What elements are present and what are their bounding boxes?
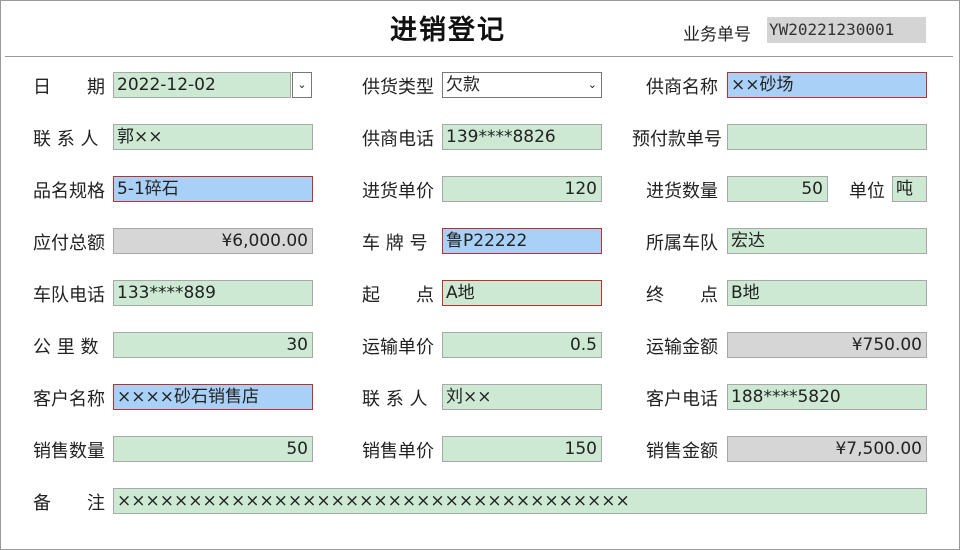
page-title: 进销登记 [390, 15, 506, 46]
chevron-down-icon: ⌄ [587, 78, 597, 91]
customer-phone-field[interactable]: 188****5820 [727, 384, 927, 410]
supply-type-label: 供货类型 [362, 77, 434, 98]
header-divider [5, 56, 953, 57]
product-field[interactable]: 5-1碎石 [113, 176, 313, 202]
docno-field[interactable]: YW20221230001 [767, 17, 926, 43]
sales-amount-label: 销售金额 [646, 441, 718, 462]
date-label: 日 期 [33, 77, 105, 98]
product-label: 品名规格 [33, 181, 105, 202]
purchase-price-field[interactable]: 120 [442, 176, 602, 202]
sales-qty-label: 销售数量 [33, 441, 105, 462]
sales-amount-field[interactable]: ¥7,500.00 [727, 436, 927, 462]
km-field[interactable]: 30 [113, 332, 313, 358]
sales-qty-field[interactable]: 50 [113, 436, 313, 462]
sales-price-field[interactable]: 150 [442, 436, 602, 462]
sales-price-label: 销售单价 [362, 441, 434, 462]
origin-field[interactable]: A地 [442, 280, 602, 306]
plate-label: 车 牌 号 [362, 233, 428, 254]
purchase-qty-label: 进货数量 [646, 181, 718, 202]
unit-field[interactable]: 吨 [892, 176, 927, 202]
fleet-phone-label: 车队电话 [33, 285, 105, 306]
remark-field[interactable]: ×××××××××××××××××××××××××××××××××××× [113, 488, 927, 514]
docno-label: 业务单号 [683, 25, 751, 45]
plate-field[interactable]: 鲁P22222 [442, 228, 602, 254]
customer-contact-label: 联 系 人 [362, 389, 428, 410]
chevron-down-icon: ⌄ [297, 78, 307, 91]
customer-phone-label: 客户电话 [646, 389, 718, 410]
date-dropdown-button[interactable]: ⌄ [292, 72, 312, 98]
freight-amount-field[interactable]: ¥750.00 [727, 332, 927, 358]
contact-field[interactable]: 郭×× [113, 124, 313, 150]
date-field[interactable]: 2022-12-02 [113, 72, 291, 98]
purchase-qty-field[interactable]: 50 [727, 176, 828, 202]
supplier-phone-field[interactable]: 139****8826 [442, 124, 602, 150]
supply-type-select[interactable]: 欠款 ⌄ [442, 72, 602, 98]
prepay-no-label: 预付款单号 [632, 129, 722, 150]
remark-label: 备 注 [33, 493, 105, 514]
supplier-phone-label: 供商电话 [362, 129, 434, 150]
km-label: 公 里 数 [33, 337, 99, 358]
freight-amount-label: 运输金额 [646, 337, 718, 358]
supply-type-value: 欠款 [446, 75, 480, 95]
destination-label: 终 点 [646, 285, 718, 306]
freight-price-field[interactable]: 0.5 [442, 332, 602, 358]
fleet-field[interactable]: 宏达 [727, 228, 927, 254]
prepay-no-field[interactable] [727, 124, 927, 150]
supplier-name-field[interactable]: ××砂场 [727, 72, 927, 98]
origin-label: 起 点 [362, 285, 434, 306]
unit-label: 单位 [849, 181, 885, 202]
customer-name-label: 客户名称 [33, 389, 105, 410]
payable-total-field[interactable]: ¥6,000.00 [113, 228, 313, 254]
customer-name-field[interactable]: ××××砂石销售店 [113, 384, 313, 410]
contact-label: 联 系 人 [33, 129, 99, 150]
destination-field[interactable]: B地 [727, 280, 927, 306]
purchase-price-label: 进货单价 [362, 181, 434, 202]
customer-contact-field[interactable]: 刘×× [442, 384, 602, 410]
freight-price-label: 运输单价 [362, 337, 434, 358]
supplier-name-label: 供商名称 [646, 77, 718, 98]
fleet-phone-field[interactable]: 133****889 [113, 280, 313, 306]
payable-total-label: 应付总额 [33, 233, 105, 254]
fleet-label: 所属车队 [646, 233, 718, 254]
